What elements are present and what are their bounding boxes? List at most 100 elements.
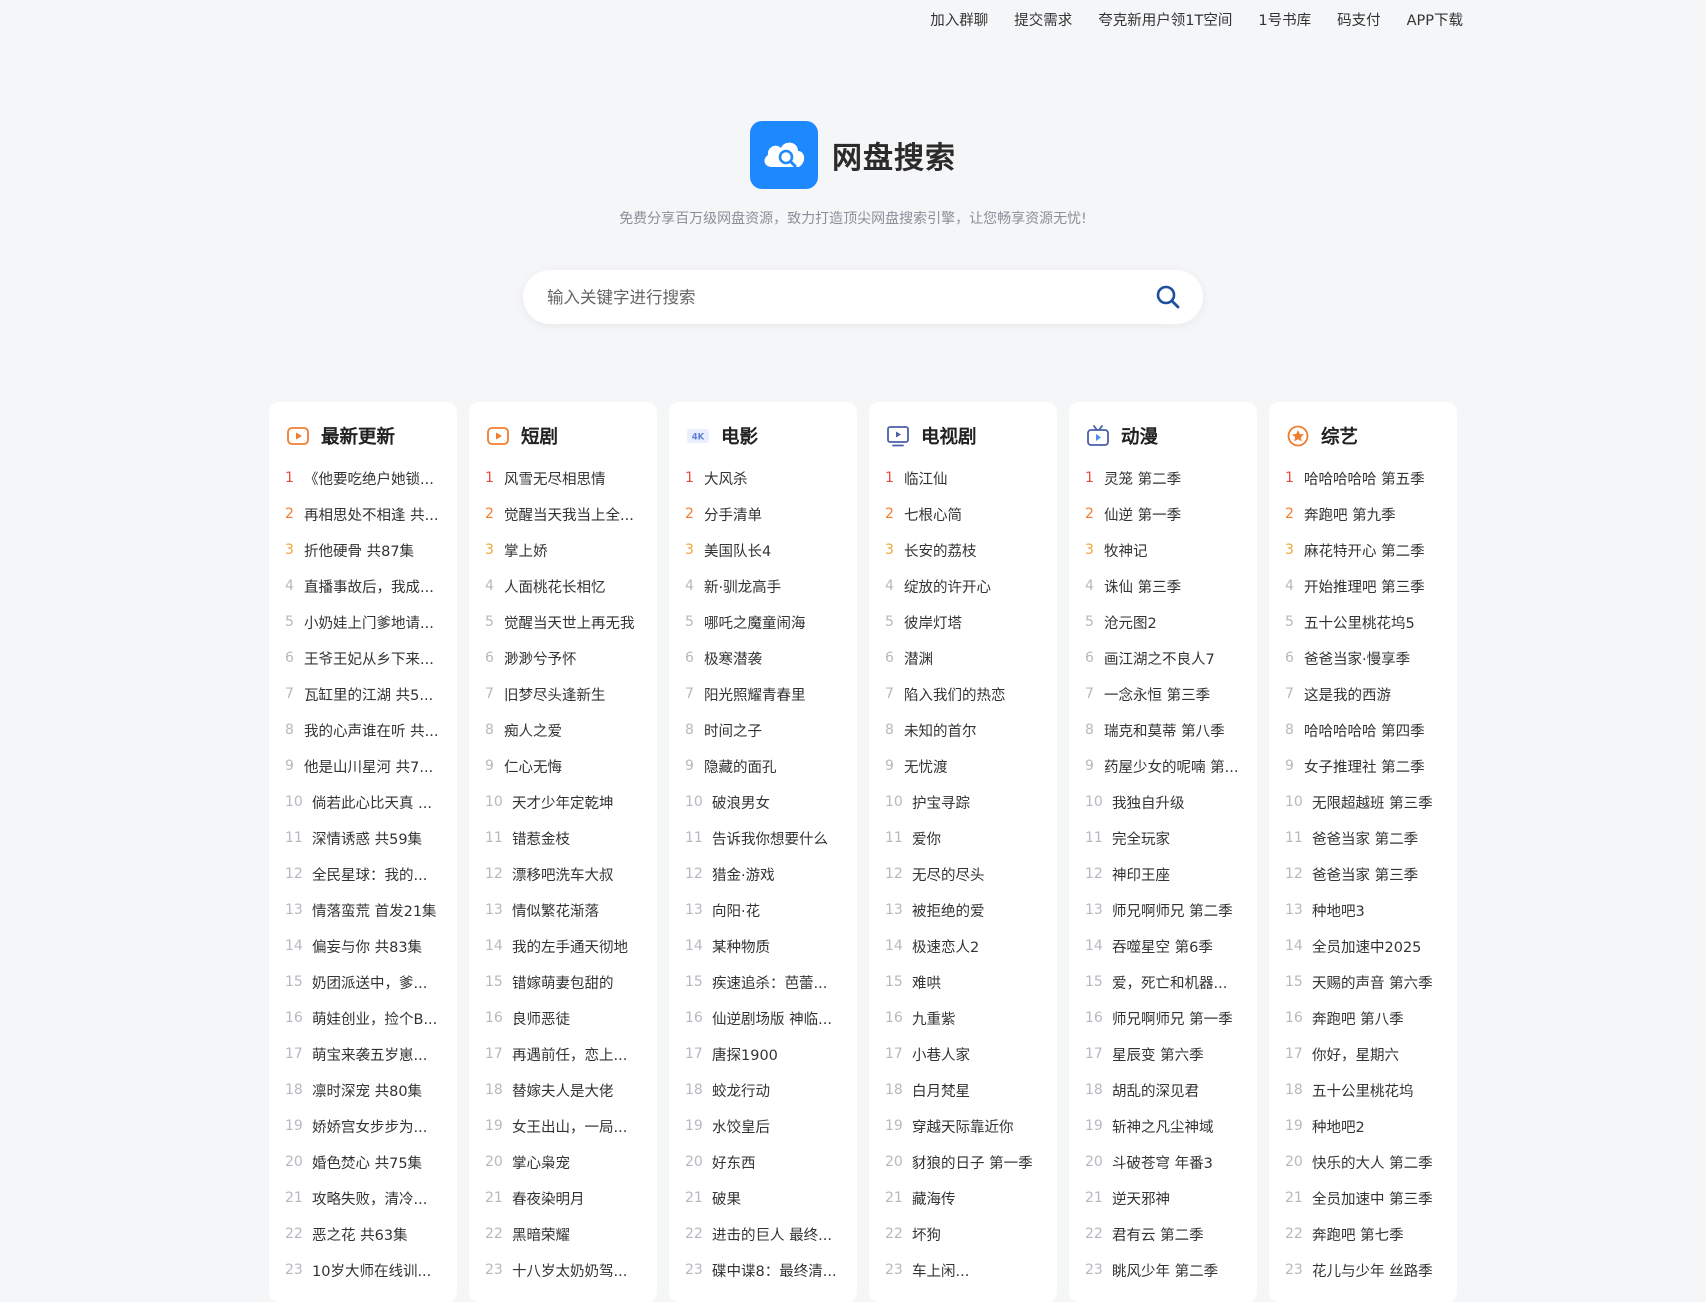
list-item[interactable]: 2 奔跑吧 第九季 xyxy=(1285,496,1445,532)
list-item[interactable]: 13 种地吧3 xyxy=(1285,892,1445,928)
list-item[interactable]: 17 小巷人家 xyxy=(885,1036,1045,1072)
list-item[interactable]: 19 娇娇宫女步步为... xyxy=(285,1108,445,1144)
list-item[interactable]: 20 快乐的大人 第二季 xyxy=(1285,1144,1445,1180)
list-item[interactable]: 20 好东西 xyxy=(685,1144,845,1180)
list-item[interactable]: 13 师兄啊师兄 第二季 xyxy=(1085,892,1245,928)
list-item[interactable]: 17 星辰变 第六季 xyxy=(1085,1036,1245,1072)
list-item[interactable]: 15 爱，死亡和机器... xyxy=(1085,964,1245,1000)
list-item[interactable]: 11 深情诱惑 共59集 xyxy=(285,820,445,856)
column-title[interactable]: 电视剧 xyxy=(921,423,977,449)
list-item[interactable]: 22 进击的巨人 最终... xyxy=(685,1216,845,1252)
list-item[interactable]: 15 奶团派送中，爹... xyxy=(285,964,445,1000)
list-item[interactable]: 6 画江湖之不良人7 xyxy=(1085,640,1245,676)
list-item[interactable]: 4 新·驯龙高手 xyxy=(685,568,845,604)
list-item[interactable]: 1 《他要吃绝户她锁... xyxy=(285,460,445,496)
list-item[interactable]: 23 碟中谍8：最终清... xyxy=(685,1252,845,1288)
list-item[interactable]: 21 逆天邪神 xyxy=(1085,1180,1245,1216)
list-item[interactable]: 15 错嫁萌妻包甜的 xyxy=(485,964,645,1000)
nav-app-download[interactable]: APP下载 xyxy=(1407,9,1463,30)
list-item[interactable]: 1 灵笼 第二季 xyxy=(1085,460,1245,496)
list-item[interactable]: 23 花儿与少年 丝路季 xyxy=(1285,1252,1445,1288)
list-item[interactable]: 12 爸爸当家 第三季 xyxy=(1285,856,1445,892)
list-item[interactable]: 14 我的左手通天彻地 xyxy=(485,928,645,964)
list-item[interactable]: 13 情落蛮荒 首发21集 xyxy=(285,892,445,928)
list-item[interactable]: 4 开始推理吧 第三季 xyxy=(1285,568,1445,604)
list-item[interactable]: 8 未知的首尔 xyxy=(885,712,1045,748)
list-item[interactable]: 19 女王出山，一局... xyxy=(485,1108,645,1144)
nav-join-group[interactable]: 加入群聊 xyxy=(930,9,988,30)
list-item[interactable]: 16 九重紫 xyxy=(885,1000,1045,1036)
list-item[interactable]: 11 完全玩家 xyxy=(1085,820,1245,856)
list-item[interactable]: 18 五十公里桃花坞 xyxy=(1285,1072,1445,1108)
list-item[interactable]: 17 唐探1900 xyxy=(685,1036,845,1072)
list-item[interactable]: 7 阳光照耀青春里 xyxy=(685,676,845,712)
list-item[interactable]: 7 瓦缸里的江湖 共5... xyxy=(285,676,445,712)
list-item[interactable]: 11 告诉我你想要什么 xyxy=(685,820,845,856)
list-item[interactable]: 3 折他硬骨 共87集 xyxy=(285,532,445,568)
list-item[interactable]: 9 无忧渡 xyxy=(885,748,1045,784)
list-item[interactable]: 17 萌宝来袭五岁崽... xyxy=(285,1036,445,1072)
column-title[interactable]: 短剧 xyxy=(521,423,558,449)
list-item[interactable]: 1 临江仙 xyxy=(885,460,1045,496)
list-item[interactable]: 21 藏海传 xyxy=(885,1180,1045,1216)
list-item[interactable]: 9 他是山川星河 共7... xyxy=(285,748,445,784)
column-title[interactable]: 动漫 xyxy=(1121,423,1158,449)
list-item[interactable]: 2 仙逆 第一季 xyxy=(1085,496,1245,532)
list-item[interactable]: 14 极速恋人2 xyxy=(885,928,1045,964)
list-item[interactable]: 7 一念永恒 第三季 xyxy=(1085,676,1245,712)
list-item[interactable]: 6 极寒潜袭 xyxy=(685,640,845,676)
list-item[interactable]: 15 疾速追杀：芭蕾... xyxy=(685,964,845,1000)
list-item[interactable]: 21 春夜染明月 xyxy=(485,1180,645,1216)
list-item[interactable]: 11 爱你 xyxy=(885,820,1045,856)
list-item[interactable]: 12 神印王座 xyxy=(1085,856,1245,892)
list-item[interactable]: 6 渺渺兮予怀 xyxy=(485,640,645,676)
list-item[interactable]: 20 斗破苍穹 年番3 xyxy=(1085,1144,1245,1180)
list-item[interactable]: 5 觉醒当天世上再无我 xyxy=(485,604,645,640)
list-item[interactable]: 9 药屋少女的呢喃 第... xyxy=(1085,748,1245,784)
list-item[interactable]: 16 萌娃创业，捡个B... xyxy=(285,1000,445,1036)
list-item[interactable]: 20 婚色焚心 共75集 xyxy=(285,1144,445,1180)
nav-quark-offer[interactable]: 夸克新用户领1T空间 xyxy=(1098,9,1232,30)
list-item[interactable]: 15 天赐的声音 第六季 xyxy=(1285,964,1445,1000)
list-item[interactable]: 10 破浪男女 xyxy=(685,784,845,820)
list-item[interactable]: 8 痴人之爱 xyxy=(485,712,645,748)
list-item[interactable]: 18 白月梵星 xyxy=(885,1072,1045,1108)
list-item[interactable]: 10 倘若此心比天真 ... xyxy=(285,784,445,820)
list-item[interactable]: 18 凛时深宠 共80集 xyxy=(285,1072,445,1108)
list-item[interactable]: 1 哈哈哈哈哈 第五季 xyxy=(1285,460,1445,496)
list-item[interactable]: 16 良师恶徒 xyxy=(485,1000,645,1036)
cloud-search-icon[interactable] xyxy=(750,121,818,189)
list-item[interactable]: 2 觉醒当天我当上全... xyxy=(485,496,645,532)
list-item[interactable]: 5 哪吒之魔童闹海 xyxy=(685,604,845,640)
list-item[interactable]: 10 天才少年定乾坤 xyxy=(485,784,645,820)
list-item[interactable]: 21 全员加速中 第三季 xyxy=(1285,1180,1445,1216)
list-item[interactable]: 12 漂移吧洗车大叔 xyxy=(485,856,645,892)
list-item[interactable]: 6 王爷王妃从乡下来... xyxy=(285,640,445,676)
list-item[interactable]: 4 绽放的许开心 xyxy=(885,568,1045,604)
list-item[interactable]: 12 猎金·游戏 xyxy=(685,856,845,892)
list-item[interactable]: 10 护宝寻踪 xyxy=(885,784,1045,820)
list-item[interactable]: 17 再遇前任，恋上... xyxy=(485,1036,645,1072)
list-item[interactable]: 18 替嫁夫人是大佬 xyxy=(485,1072,645,1108)
list-item[interactable]: 21 破果 xyxy=(685,1180,845,1216)
nav-submit-request[interactable]: 提交需求 xyxy=(1014,9,1072,30)
list-item[interactable]: 22 黑暗荣耀 xyxy=(485,1216,645,1252)
list-item[interactable]: 23 车上闲... xyxy=(885,1252,1045,1288)
list-item[interactable]: 20 掌心枭宠 xyxy=(485,1144,645,1180)
list-item[interactable]: 4 直播事故后，我成... xyxy=(285,568,445,604)
list-item[interactable]: 8 哈哈哈哈哈 第四季 xyxy=(1285,712,1445,748)
list-item[interactable]: 7 旧梦尽头逢新生 xyxy=(485,676,645,712)
list-item[interactable]: 3 牧神记 xyxy=(1085,532,1245,568)
list-item[interactable]: 13 情似繁花渐落 xyxy=(485,892,645,928)
list-item[interactable]: 14 某种物质 xyxy=(685,928,845,964)
list-item[interactable]: 12 全民星球：我的... xyxy=(285,856,445,892)
list-item[interactable]: 3 长安的荔枝 xyxy=(885,532,1045,568)
list-item[interactable]: 7 陷入我们的热恋 xyxy=(885,676,1045,712)
list-item[interactable]: 19 水饺皇后 xyxy=(685,1108,845,1144)
list-item[interactable]: 23 10岁大师在线训... xyxy=(285,1252,445,1288)
list-item[interactable]: 19 种地吧2 xyxy=(1285,1108,1445,1144)
list-item[interactable]: 8 瑞克和莫蒂 第八季 xyxy=(1085,712,1245,748)
list-item[interactable]: 1 大风杀 xyxy=(685,460,845,496)
list-item[interactable]: 12 无尽的尽头 xyxy=(885,856,1045,892)
column-title[interactable]: 综艺 xyxy=(1321,423,1358,449)
